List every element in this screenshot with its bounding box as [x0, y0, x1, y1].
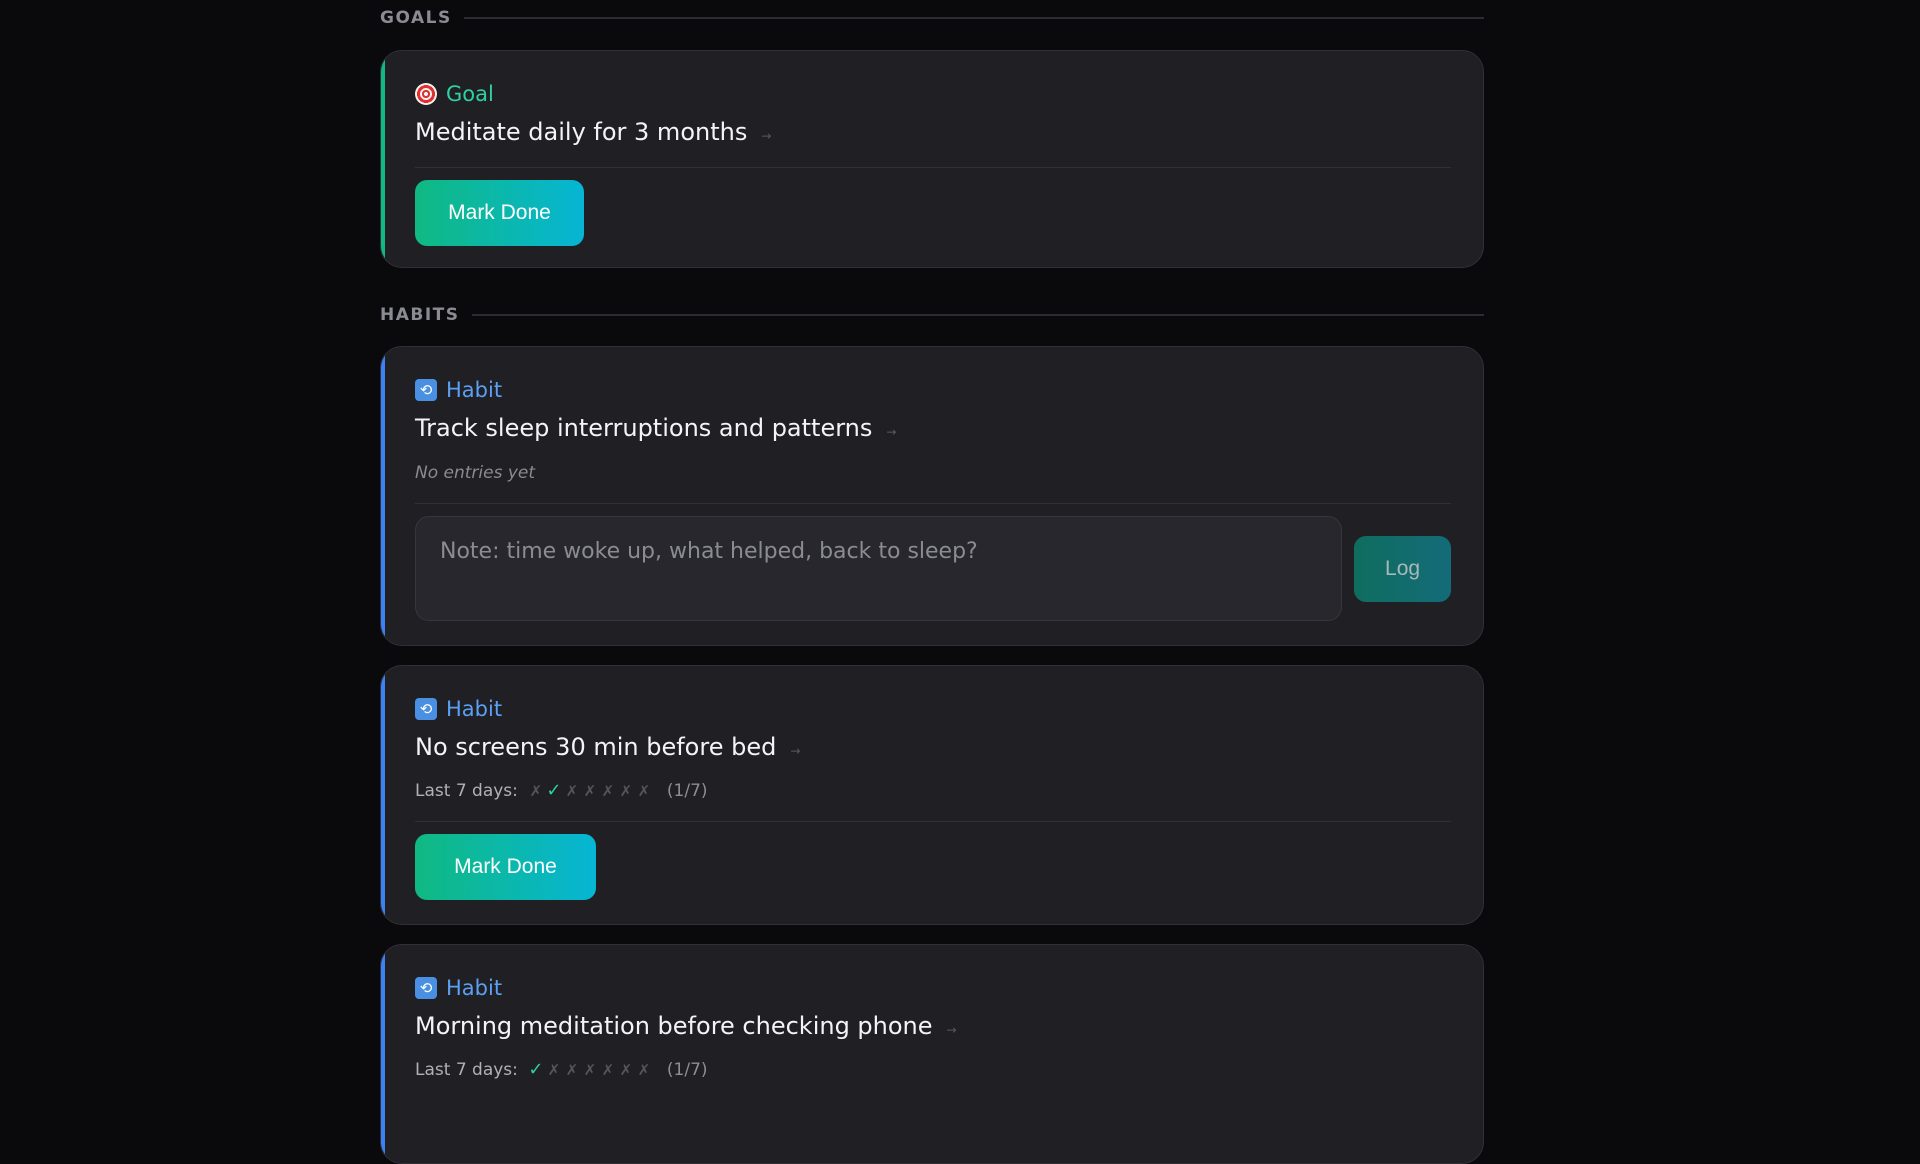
last-7-days-row: Last 7 days: ✓ ✗ ✗ ✗ ✗ ✗ ✗ (1/7) — [415, 1059, 1451, 1080]
cycle-icon: ⟲ — [415, 977, 437, 999]
day-mark: ✗ — [637, 1060, 651, 1079]
day-mark: ✗ — [547, 1060, 561, 1079]
arrow-right-icon[interactable]: → — [761, 129, 771, 143]
day-mark: ✓ — [528, 1059, 544, 1080]
card-divider — [415, 167, 1451, 168]
card-divider — [415, 821, 1451, 822]
card-type-row: Goal — [415, 81, 1451, 107]
cycle-icon: ⟲ — [415, 698, 437, 720]
arrow-right-icon[interactable]: → — [790, 744, 800, 758]
day-mark: ✗ — [583, 1060, 597, 1079]
card-title-row[interactable]: Morning meditation before checking phone… — [415, 1011, 1451, 1041]
card-type-label: Habit — [446, 697, 503, 721]
entries-status: No entries yet — [415, 463, 536, 483]
last-7-days-row: Last 7 days: ✗ ✓ ✗ ✗ ✗ ✗ ✗ (1/7) — [415, 780, 1451, 801]
day-mark: ✗ — [583, 781, 597, 800]
log-button[interactable]: Log — [1354, 535, 1451, 602]
day-mark: ✗ — [601, 1060, 615, 1079]
days-count: (1/7) — [666, 1059, 708, 1080]
day-mark: ✗ — [619, 781, 633, 800]
card-title-row[interactable]: No screens 30 min before bed → — [415, 732, 1451, 762]
log-area: Log — [415, 516, 1451, 621]
target-icon — [415, 83, 437, 105]
habit-title[interactable]: No screens 30 min before bed — [415, 733, 776, 761]
note-input[interactable] — [415, 516, 1343, 621]
card-title-row[interactable]: Meditate daily for 3 months → — [415, 117, 1451, 147]
habit-card: ⟲ Habit Morning meditation before checki… — [380, 944, 1484, 1164]
habit-title[interactable]: Morning meditation before checking phone — [415, 1012, 933, 1040]
goals-section-label: GOALS — [380, 8, 452, 28]
mark-done-button[interactable]: Mark Done — [415, 834, 596, 900]
habit-card: ⟲ Habit No screens 30 min before bed → L… — [380, 665, 1484, 925]
day-mark: ✗ — [601, 781, 615, 800]
card-type-row: ⟲ Habit — [415, 377, 1451, 403]
habit-title[interactable]: Track sleep interruptions and patterns — [415, 414, 872, 442]
mark-done-button[interactable]: Mark Done — [415, 180, 584, 246]
section-divider — [471, 314, 1484, 316]
card-type-row: ⟲ Habit — [415, 975, 1451, 1001]
section-divider — [463, 17, 1484, 19]
day-mark: ✗ — [565, 1060, 579, 1079]
card-title-row[interactable]: Track sleep interruptions and patterns → — [415, 413, 1451, 443]
goals-section-header: GOALS — [380, 0, 1484, 36]
day-mark: ✗ — [529, 781, 543, 800]
card-type-label: Habit — [446, 378, 503, 402]
cycle-icon: ⟲ — [415, 379, 437, 401]
habits-section-header: HABITS — [380, 297, 1484, 333]
card-divider — [415, 503, 1451, 504]
days-count: (1/7) — [666, 780, 708, 801]
habit-card: ⟲ Habit Track sleep interruptions and pa… — [380, 346, 1484, 646]
card-type-label: Habit — [446, 976, 503, 1000]
days-label: Last 7 days: — [415, 1059, 518, 1080]
arrow-right-icon[interactable]: → — [886, 425, 896, 439]
card-type-label: Goal — [446, 82, 494, 106]
day-mark: ✗ — [637, 781, 651, 800]
days-label: Last 7 days: — [415, 780, 518, 801]
day-mark: ✓ — [546, 780, 562, 801]
card-type-row: ⟲ Habit — [415, 696, 1451, 722]
habits-section-label: HABITS — [380, 305, 460, 325]
arrow-right-icon[interactable]: → — [947, 1023, 957, 1037]
goal-title[interactable]: Meditate daily for 3 months — [415, 118, 747, 146]
goal-card: Goal Meditate daily for 3 months → Mark … — [380, 50, 1484, 268]
day-mark: ✗ — [565, 781, 579, 800]
day-mark: ✗ — [619, 1060, 633, 1079]
